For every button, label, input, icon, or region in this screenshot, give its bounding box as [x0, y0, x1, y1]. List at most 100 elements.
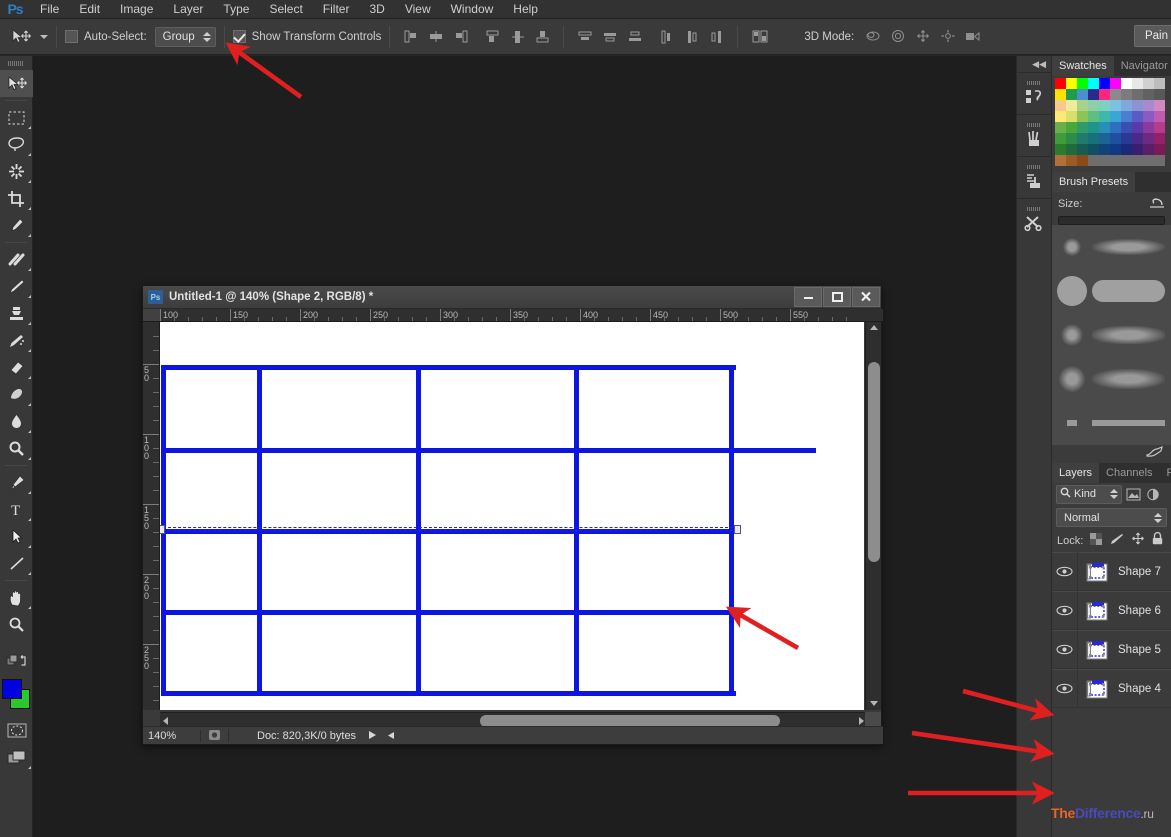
- menu-view[interactable]: View: [395, 0, 441, 19]
- color-swatch[interactable]: [1055, 78, 1066, 89]
- tab-layers[interactable]: Layers: [1052, 463, 1100, 483]
- distribute-horizontal-centers-icon[interactable]: [679, 25, 704, 49]
- blur-tool[interactable]: [0, 408, 33, 435]
- blend-mode-dropdown[interactable]: Normal: [1056, 508, 1167, 527]
- auto-align-layers-icon[interactable]: [746, 25, 774, 49]
- color-swatch[interactable]: [1077, 78, 1088, 89]
- lock-position-icon[interactable]: [1131, 532, 1145, 550]
- align-vertical-centers-icon[interactable]: [505, 25, 530, 49]
- transform-handle-right[interactable]: [734, 525, 741, 534]
- color-swatch[interactable]: [1055, 155, 1066, 166]
- tab-paths[interactable]: Pa: [1160, 463, 1171, 483]
- collapse-panels-button[interactable]: ◀◀: [1017, 56, 1051, 72]
- filter-adjustment-icon[interactable]: [1145, 485, 1162, 504]
- color-swatch[interactable]: [1132, 111, 1143, 122]
- color-swatch[interactable]: [1143, 89, 1154, 100]
- menu-layer[interactable]: Layer: [163, 0, 213, 19]
- color-swatch[interactable]: [1066, 122, 1077, 133]
- color-swatch[interactable]: [1154, 122, 1165, 133]
- color-swatch[interactable]: [1143, 111, 1154, 122]
- drag-3d-object-icon[interactable]: [910, 25, 935, 49]
- transform-handle-left[interactable]: [160, 525, 165, 534]
- color-swatch[interactable]: [1055, 111, 1066, 122]
- color-swatch[interactable]: [1088, 133, 1099, 144]
- eraser-tool[interactable]: [0, 354, 33, 381]
- brush-presets-list[interactable]: [1052, 225, 1171, 445]
- shape-horizontal-line[interactable]: [161, 610, 736, 615]
- brush-panel-icon[interactable]: [1017, 114, 1051, 156]
- color-swatch[interactable]: [1099, 89, 1110, 100]
- color-swatch[interactable]: [1066, 133, 1077, 144]
- align-left-edges-icon[interactable]: [398, 25, 423, 49]
- color-swatch[interactable]: [1121, 111, 1132, 122]
- color-swatch[interactable]: [1077, 133, 1088, 144]
- color-swatch[interactable]: [1099, 78, 1110, 89]
- change-screen-mode[interactable]: [0, 744, 33, 771]
- color-swatch[interactable]: [1066, 78, 1077, 89]
- edit-toolbar-icon[interactable]: [0, 648, 33, 675]
- color-swatch[interactable]: [1099, 122, 1110, 133]
- tab-navigator[interactable]: Navigator: [1114, 56, 1171, 76]
- color-swatch[interactable]: [1154, 78, 1165, 89]
- color-swatch[interactable]: [1099, 100, 1110, 111]
- color-swatch[interactable]: [1055, 122, 1066, 133]
- color-swatch[interactable]: [1132, 155, 1143, 166]
- vertical-scroll-thumb[interactable]: [868, 362, 880, 562]
- color-swatches[interactable]: [0, 677, 32, 713]
- color-swatch[interactable]: [1110, 122, 1121, 133]
- spot-healing-brush-tool[interactable]: [0, 246, 33, 273]
- layer-row[interactable]: Shape 7: [1052, 552, 1171, 591]
- color-swatch[interactable]: [1121, 89, 1132, 100]
- color-swatch[interactable]: [1132, 122, 1143, 133]
- history-panel-icon[interactable]: [1017, 72, 1051, 114]
- brush-preset-item[interactable]: [1052, 313, 1171, 357]
- move-tool-icon[interactable]: [8, 25, 34, 49]
- document-preview-icon[interactable]: [201, 729, 229, 742]
- menu-type[interactable]: Type: [213, 0, 259, 19]
- brush-preset-item[interactable]: [1052, 401, 1171, 445]
- color-swatch[interactable]: [1143, 122, 1154, 133]
- vertical-ruler[interactable]: 50 100 150 200 250: [143, 322, 160, 710]
- scroll-up-arrow[interactable]: [870, 325, 878, 330]
- distribute-right-edges-icon[interactable]: [704, 25, 729, 49]
- align-horizontal-centers-icon[interactable]: [423, 25, 448, 49]
- menu-image[interactable]: Image: [110, 0, 163, 19]
- color-swatch[interactable]: [1077, 155, 1088, 166]
- show-transform-controls-checkbox[interactable]: [232, 30, 246, 43]
- layer-filter-kind-dropdown[interactable]: Kind: [1056, 484, 1122, 504]
- distribute-vertical-centers-icon[interactable]: [597, 25, 622, 49]
- dodge-tool[interactable]: [0, 435, 33, 462]
- reset-brush-icon[interactable]: [1149, 195, 1165, 214]
- layer-row[interactable]: Shape 4: [1052, 669, 1171, 708]
- maximize-button[interactable]: [823, 286, 851, 307]
- color-swatch[interactable]: [1143, 100, 1154, 111]
- auto-select-checkbox[interactable]: [65, 30, 78, 43]
- color-swatch[interactable]: [1132, 78, 1143, 89]
- color-swatch[interactable]: [1055, 100, 1066, 111]
- color-swatch[interactable]: [1077, 111, 1088, 122]
- color-swatch[interactable]: [1088, 89, 1099, 100]
- menu-3d[interactable]: 3D: [359, 0, 394, 19]
- color-swatch[interactable]: [1154, 144, 1165, 155]
- shape-horizontal-line[interactable]: [161, 365, 736, 370]
- color-swatch[interactable]: [1077, 144, 1088, 155]
- brush-preset-item[interactable]: [1052, 357, 1171, 401]
- color-swatch[interactable]: [1066, 155, 1077, 166]
- minimize-button[interactable]: [794, 286, 822, 307]
- magic-wand-tool[interactable]: [0, 158, 33, 185]
- lock-transparent-pixels-icon[interactable]: [1090, 532, 1103, 550]
- color-swatch[interactable]: [1099, 144, 1110, 155]
- move-tool[interactable]: [0, 70, 33, 97]
- slide-3d-object-icon[interactable]: [935, 25, 960, 49]
- layer-row[interactable]: Shape 6: [1052, 591, 1171, 630]
- zoom-level[interactable]: 140%: [143, 729, 201, 742]
- menu-filter[interactable]: Filter: [313, 0, 360, 19]
- color-swatch[interactable]: [1110, 133, 1121, 144]
- edit-in-quick-mask-mode[interactable]: [0, 717, 33, 744]
- color-swatch[interactable]: [1055, 133, 1066, 144]
- color-swatch[interactable]: [1088, 144, 1099, 155]
- color-swatch[interactable]: [1099, 155, 1110, 166]
- align-top-edges-icon[interactable]: [480, 25, 505, 49]
- align-right-edges-icon[interactable]: [448, 25, 473, 49]
- color-swatch[interactable]: [1143, 155, 1154, 166]
